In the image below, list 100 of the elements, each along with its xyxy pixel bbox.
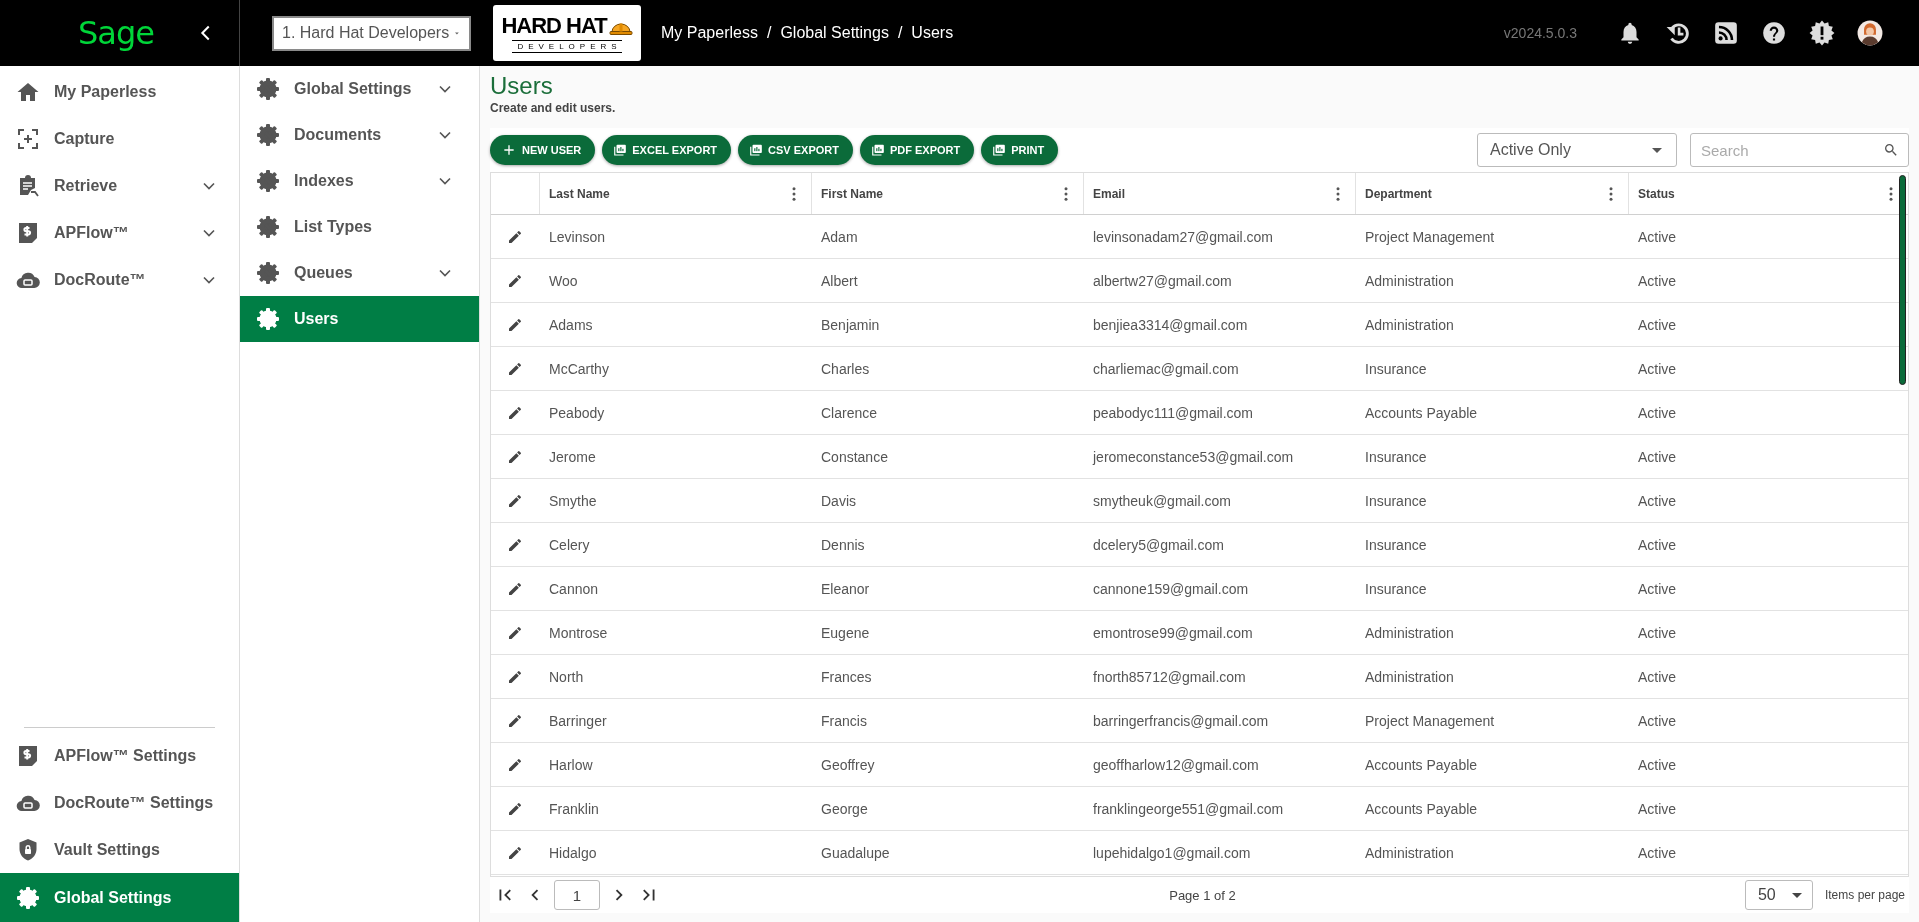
breadcrumb-link[interactable]: My Paperless xyxy=(661,24,758,42)
table-cell-text: Levinson xyxy=(548,228,607,245)
gear-icon xyxy=(256,123,280,147)
table-cell-text: peabodyc111@gmail.com xyxy=(1092,404,1254,421)
breadcrumb-link[interactable]: Global Settings xyxy=(780,24,889,42)
export-button[interactable]: PRINT xyxy=(981,135,1059,165)
help-icon[interactable] xyxy=(1761,20,1787,46)
export-icon xyxy=(749,143,764,157)
search-field[interactable]: Search xyxy=(1690,133,1909,167)
rss-icon[interactable] xyxy=(1713,20,1739,46)
nav-item[interactable]: Global Settings xyxy=(240,66,479,112)
logo-title: HARD HAT xyxy=(501,13,607,39)
table-cell-text: Active xyxy=(1637,492,1678,509)
nav-item[interactable]: My Paperless xyxy=(0,68,239,115)
page-number-field[interactable]: 1 xyxy=(554,880,600,910)
dollar-document-icon xyxy=(16,220,40,245)
column-header[interactable]: Last Name xyxy=(549,186,610,201)
pencil-icon[interactable] xyxy=(507,580,523,597)
nav-item[interactable]: Vault Settings xyxy=(0,826,239,873)
column-header[interactable]: First Name xyxy=(821,186,884,201)
breadcrumb-separator: / xyxy=(766,24,772,42)
table-cell-text: Montrose xyxy=(548,624,609,641)
nav-item[interactable]: DocRoute™ Settings xyxy=(0,779,239,826)
dollar-document-icon xyxy=(16,743,40,768)
column-header[interactable]: Email xyxy=(1093,186,1125,201)
table-cell-text: Active xyxy=(1637,272,1678,289)
caret-down-icon[interactable] xyxy=(1652,147,1662,153)
table-cell-text: fnorth85712@gmail.com xyxy=(1092,668,1247,685)
table-cell-text: Insurance xyxy=(1364,580,1428,597)
brand-logo: Sage xyxy=(78,14,154,52)
nav-item[interactable]: DocRoute™ xyxy=(0,256,239,303)
nav-item[interactable]: APFlow™ xyxy=(0,209,239,256)
search-icon[interactable] xyxy=(1883,142,1899,158)
gear-icon xyxy=(256,307,280,331)
nav-item[interactable]: Global Settings xyxy=(0,873,239,922)
breadcrumb-link[interactable]: Users xyxy=(911,24,954,42)
pencil-icon[interactable] xyxy=(507,404,523,421)
export-icon xyxy=(613,143,628,157)
table-cell-text: Barringer xyxy=(548,712,608,729)
pencil-icon[interactable] xyxy=(507,228,523,245)
nav-item[interactable]: List Types xyxy=(240,204,479,250)
nav-item[interactable]: Retrieve xyxy=(0,162,239,209)
table-cell-text: Eleanor xyxy=(820,580,871,597)
nav-item[interactable]: APFlow™ Settings xyxy=(0,732,239,779)
table-cell-text: benjiea3314@gmail.com xyxy=(1092,316,1249,333)
alert-icon[interactable] xyxy=(1809,20,1835,46)
nav-item[interactable]: Queues xyxy=(240,250,479,296)
export-icon xyxy=(992,143,1007,157)
pencil-icon[interactable] xyxy=(507,668,523,685)
gear-icon xyxy=(256,169,280,193)
table-cell-text: Project Management xyxy=(1364,228,1496,245)
table-cell-text: Jerome xyxy=(548,448,597,465)
table-cell-text: Active xyxy=(1637,316,1678,333)
page-label: Page 1 of 2 xyxy=(1168,887,1237,903)
pencil-icon[interactable] xyxy=(507,536,523,553)
table-cell-text: North xyxy=(548,668,585,685)
nav-item[interactable]: Indexes xyxy=(240,158,479,204)
export-button[interactable]: CSV EXPORT xyxy=(738,135,853,165)
add-button[interactable]: NEW USER xyxy=(490,135,596,165)
column-header[interactable]: Status xyxy=(1638,186,1675,201)
table-cell-text: Active xyxy=(1637,360,1678,377)
column-header[interactable]: Department xyxy=(1365,186,1432,201)
export-button[interactable]: PDF EXPORT xyxy=(859,135,975,165)
table-cell-text: Geoffrey xyxy=(820,756,876,773)
status-filter-select[interactable]: Active Only xyxy=(1477,133,1677,167)
table-cell-text: Frances xyxy=(820,668,873,685)
version-label: v2024.5.0.3 xyxy=(1503,25,1577,41)
export-button[interactable]: EXCEL EXPORT xyxy=(602,135,732,165)
caret-down-icon[interactable] xyxy=(1791,892,1802,898)
company-select[interactable]: 1. Hard Hat Developers xyxy=(272,15,471,51)
pencil-icon[interactable] xyxy=(507,800,523,817)
table-cell-text: Francis xyxy=(820,712,868,729)
table-cell-text: Hidalgo xyxy=(548,844,598,861)
nav-item[interactable]: Capture xyxy=(0,115,239,162)
table-cell-text: Active xyxy=(1637,624,1678,641)
pencil-icon[interactable] xyxy=(507,448,523,465)
pencil-icon[interactable] xyxy=(507,492,523,509)
avatar-icon[interactable] xyxy=(1857,20,1883,46)
pencil-icon[interactable] xyxy=(507,272,523,289)
table-cell-text: Accounts Payable xyxy=(1364,756,1479,773)
page-size-select[interactable]: 50 xyxy=(1744,880,1813,910)
table-cell-text: Cannon xyxy=(548,580,600,597)
pencil-icon[interactable] xyxy=(507,624,523,641)
pencil-icon[interactable] xyxy=(507,316,523,333)
table-cell-text: Administration xyxy=(1364,668,1455,685)
table-cell-text: Insurance xyxy=(1364,360,1428,377)
pencil-icon[interactable] xyxy=(507,844,523,861)
table-cell-text: Active xyxy=(1637,228,1678,245)
pencil-icon[interactable] xyxy=(507,360,523,377)
pencil-icon[interactable] xyxy=(507,756,523,773)
scrollbar[interactable] xyxy=(1899,175,1906,385)
table-cell-text: franklingeorge551@gmail.com xyxy=(1092,800,1285,817)
table-cell-text: Active xyxy=(1637,668,1678,685)
pencil-icon[interactable] xyxy=(507,712,523,729)
table-cell-text: Constance xyxy=(820,448,889,465)
table-cell-text: Adam xyxy=(820,228,859,245)
table-cell-text: Active xyxy=(1637,756,1678,773)
nav-item[interactable]: Documents xyxy=(240,112,479,158)
table-cell-text: smytheuk@gmail.com xyxy=(1092,492,1232,509)
nav-item[interactable]: Users xyxy=(240,296,479,342)
